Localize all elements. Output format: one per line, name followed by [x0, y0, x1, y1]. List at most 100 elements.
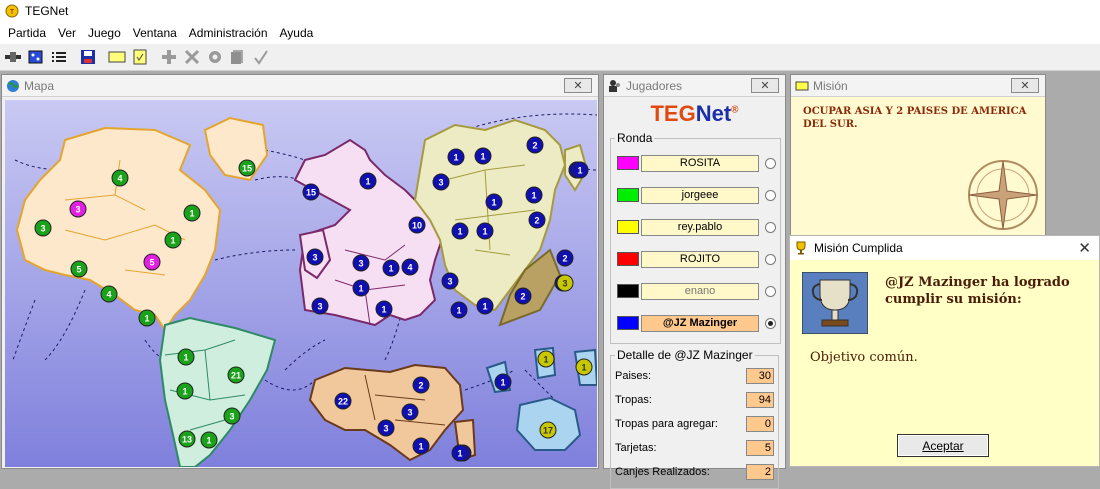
save-button[interactable] [77, 46, 99, 68]
army-marker[interactable]: 2 [556, 249, 574, 267]
add-troops-button[interactable] [158, 46, 180, 68]
army-marker[interactable]: 15 [302, 183, 320, 201]
menu-ventana[interactable]: Ventana [127, 26, 183, 40]
army-count: 3 [438, 178, 443, 188]
detail-value-canjes: 2 [746, 464, 774, 480]
army-marker[interactable]: 1 [176, 382, 194, 400]
army-marker[interactable]: 13 [178, 430, 196, 448]
army-marker[interactable]: 1 [537, 350, 555, 368]
army-marker[interactable]: 1 [525, 186, 543, 204]
army-marker[interactable]: 1 [494, 373, 512, 391]
player-name: ROJITO [641, 250, 759, 268]
mission-window-titlebar: Misión [791, 75, 1045, 97]
army-count: 1 [144, 314, 149, 324]
army-marker[interactable]: 15 [238, 159, 256, 177]
army-marker[interactable]: 3 [34, 219, 52, 237]
end-turn-button[interactable] [250, 46, 272, 68]
army-marker[interactable]: 4 [401, 258, 419, 276]
dice-icon [28, 50, 43, 64]
army-marker[interactable]: 1 [382, 259, 400, 277]
army-marker[interactable]: 17 [539, 421, 557, 439]
army-marker[interactable]: 3 [311, 297, 329, 315]
menu-administracion[interactable]: Administración [183, 26, 274, 40]
army-count: 1 [577, 166, 582, 176]
army-marker[interactable]: 3 [69, 200, 87, 218]
dialog-message: @JZ Mazinger ha logrado cumplir su misió… [885, 275, 1070, 307]
players-close-button[interactable]: ✕ [751, 78, 779, 93]
army-marker[interactable]: 3 [223, 407, 241, 425]
army-marker[interactable]: 3 [401, 403, 419, 421]
army-count: 1 [457, 227, 462, 237]
player-radio[interactable] [765, 157, 776, 169]
mission-button[interactable] [129, 46, 151, 68]
player-radio[interactable] [765, 221, 776, 233]
get-card-button[interactable] [227, 46, 249, 68]
army-marker[interactable]: 3 [432, 173, 450, 191]
army-marker[interactable]: 1 [485, 193, 503, 211]
army-marker[interactable]: 1 [575, 358, 593, 376]
army-count: 2 [418, 381, 423, 391]
world-map-graphic: 4331155411515131011133114113131121122121… [5, 100, 597, 467]
army-marker[interactable]: 3 [441, 272, 459, 290]
accept-button[interactable]: Aceptar [897, 434, 989, 457]
army-marker[interactable]: 1 [450, 301, 468, 319]
army-marker[interactable]: 1 [474, 147, 492, 165]
army-marker[interactable]: 4 [111, 169, 129, 187]
army-count: 3 [447, 277, 452, 287]
army-marker[interactable]: 3 [306, 248, 324, 266]
dialog-close-button[interactable]: ✕ [1078, 239, 1091, 257]
army-marker[interactable]: 3 [556, 274, 574, 292]
army-marker[interactable]: 1 [183, 204, 201, 222]
cards-button[interactable] [106, 46, 128, 68]
army-marker[interactable]: 1 [359, 172, 377, 190]
army-marker[interactable]: 5 [70, 260, 88, 278]
army-marker[interactable]: 1 [177, 348, 195, 366]
connect-button[interactable] [2, 46, 24, 68]
player-color-swatch [617, 188, 639, 202]
start-button[interactable] [25, 46, 47, 68]
map-close-button[interactable]: ✕ [564, 78, 592, 93]
detail-label-canjes: Canjes Realizados: [615, 466, 710, 478]
army-marker[interactable]: 3 [377, 419, 395, 437]
player-radio-selected[interactable] [765, 317, 776, 329]
army-marker[interactable]: 1 [412, 437, 430, 455]
player-radio[interactable] [765, 189, 776, 201]
attack-button[interactable] [181, 46, 203, 68]
army-marker[interactable]: 10 [408, 216, 426, 234]
army-marker[interactable]: 1 [571, 161, 589, 179]
army-marker[interactable]: 1 [200, 431, 218, 449]
player-row-active: @JZ Mazinger [615, 307, 776, 339]
army-marker[interactable]: 2 [528, 211, 546, 229]
army-marker[interactable]: 1 [164, 231, 182, 249]
list-button[interactable] [48, 46, 70, 68]
player-radio[interactable] [765, 285, 776, 297]
mission-close-button[interactable]: ✕ [1011, 78, 1039, 93]
army-marker[interactable]: 1 [451, 444, 469, 462]
menu-juego[interactable]: Juego [82, 26, 127, 40]
menu-ayuda[interactable]: Ayuda [274, 26, 320, 40]
regroup-button[interactable] [204, 46, 226, 68]
army-marker[interactable]: 1 [138, 309, 156, 327]
menu-ver[interactable]: Ver [52, 26, 82, 40]
save-icon [81, 50, 95, 64]
army-marker[interactable]: 22 [334, 392, 352, 410]
army-marker[interactable]: 1 [451, 222, 469, 240]
army-marker[interactable]: 3 [352, 254, 370, 272]
player-radio[interactable] [765, 253, 776, 265]
app-title: TEGNet [25, 4, 69, 18]
menu-partida[interactable]: Partida [2, 26, 52, 40]
army-marker[interactable]: 2 [514, 287, 532, 305]
army-marker[interactable]: 1 [476, 297, 494, 315]
army-marker[interactable]: 5 [143, 253, 161, 271]
world-map[interactable]: 4331155411515131011133114113131121122121… [5, 100, 597, 467]
players-icon [609, 79, 620, 92]
army-marker[interactable]: 21 [227, 366, 245, 384]
army-marker[interactable]: 4 [100, 285, 118, 303]
army-marker[interactable]: 2 [526, 136, 544, 154]
army-count: 3 [317, 302, 322, 312]
army-marker[interactable]: 1 [375, 300, 393, 318]
army-marker[interactable]: 1 [352, 279, 370, 297]
army-marker[interactable]: 1 [476, 222, 494, 240]
army-marker[interactable]: 1 [447, 148, 465, 166]
army-marker[interactable]: 2 [412, 376, 430, 394]
